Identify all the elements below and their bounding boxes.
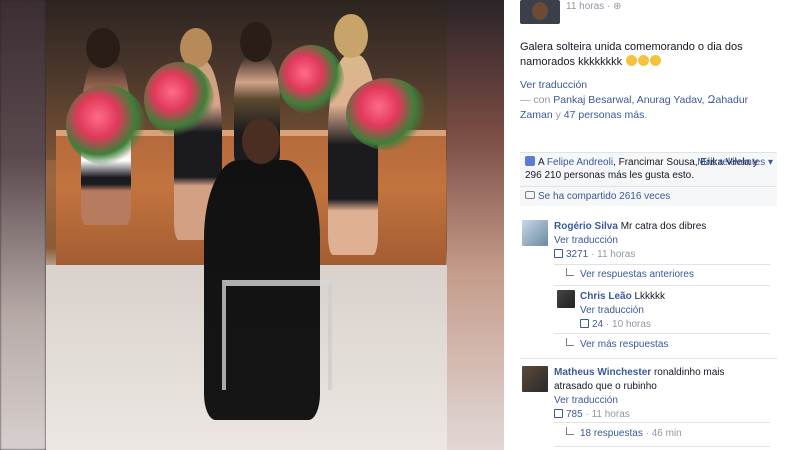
flower-bouquet	[144, 62, 214, 137]
like-icon[interactable]	[554, 249, 563, 258]
comment-like-count[interactable]: 24	[592, 319, 603, 330]
emoji-icon	[638, 55, 650, 66]
comment-time[interactable]: 11 horas	[597, 249, 635, 260]
comment: Chris Leão Lkkkkk Ver traducción 24 · 10…	[580, 291, 666, 330]
more-replies-link[interactable]: Ver más respuestas	[566, 338, 668, 352]
liker-link[interactable]: Felipe Andreoli	[547, 157, 613, 168]
poster-avatar[interactable]	[520, 0, 560, 24]
emoji-icon	[626, 55, 638, 66]
divider	[554, 446, 770, 447]
like-icon[interactable]	[580, 319, 589, 328]
divider	[520, 358, 777, 359]
commenter-avatar[interactable]	[557, 290, 575, 308]
reply-arrow-icon	[566, 427, 574, 435]
commenter-name[interactable]: Matheus Winchester	[554, 367, 651, 378]
commenter-name[interactable]: Chris Leão	[580, 291, 632, 302]
commenter-avatar[interactable]	[522, 220, 548, 246]
flower-bouquet	[346, 78, 428, 150]
see-translation-link[interactable]: Ver traducción	[520, 79, 587, 91]
commenter-name[interactable]: Rogério Silva	[554, 221, 618, 232]
most-relevant-dropdown[interactable]: Más relevantes ▾	[697, 156, 773, 169]
photo-head	[242, 118, 280, 164]
photo-head	[334, 14, 368, 58]
background-blur-right	[447, 0, 504, 450]
comment-time[interactable]: 10 horas	[612, 319, 651, 330]
replies-link[interactable]: 18 respuestas · 46 min	[566, 427, 682, 441]
reply-arrow-icon	[566, 268, 574, 276]
post-photo[interactable]	[46, 0, 447, 450]
reply-arrow-icon	[566, 338, 574, 346]
share-icon	[525, 191, 535, 199]
comment-like-count[interactable]: 3271	[566, 249, 588, 260]
like-thumb-icon	[525, 156, 535, 166]
reactions-box: A Felipe Andreoli, Francimar Sousa, Erik…	[520, 152, 777, 206]
globe-icon: ⊕	[613, 1, 622, 12]
comment: Matheus Winchester ronaldinho mais atras…	[554, 367, 725, 420]
shares-count[interactable]: Se ha compartido 2616 veces	[520, 186, 777, 206]
flower-bouquet	[278, 45, 344, 115]
see-translation-link[interactable]: Ver traducción	[554, 235, 618, 246]
tagged-more-link[interactable]: 47 personas más	[564, 109, 645, 121]
likes-summary: A Felipe Andreoli, Francimar Sousa, Erik…	[525, 156, 773, 181]
divider	[554, 422, 770, 423]
comment-like-count[interactable]: 785	[566, 409, 583, 420]
background-blur-left	[0, 0, 46, 450]
emoji-icon	[650, 55, 662, 66]
post-time[interactable]: 11 horas · ⊕	[566, 1, 621, 12]
post-text: Galera solteira unida comemorando o dia …	[520, 41, 743, 68]
see-translation-link[interactable]: Ver traducción	[554, 395, 618, 406]
tagged-people: — con Pankaj Besarwal, Anurag Yadav, Զah…	[520, 94, 749, 121]
previous-replies-link[interactable]: Ver respuestas anteriores	[566, 268, 694, 282]
photo-head	[240, 22, 272, 62]
flower-bouquet	[66, 85, 146, 165]
comment-time[interactable]: 11 horas	[592, 409, 630, 420]
commenter-avatar[interactable]	[522, 366, 548, 392]
see-translation-link[interactable]: Ver traducción	[580, 305, 644, 316]
comment: Rogério Silva Mr catra dos dibres Ver tr…	[554, 221, 707, 260]
divider	[554, 285, 770, 286]
divider	[554, 333, 770, 334]
divider	[554, 264, 770, 265]
post-side-panel: 11 horas · ⊕ Galera solteira unida comem…	[504, 0, 790, 450]
like-icon[interactable]	[554, 409, 563, 418]
photo-head	[86, 28, 120, 68]
photo-chair	[222, 280, 332, 390]
